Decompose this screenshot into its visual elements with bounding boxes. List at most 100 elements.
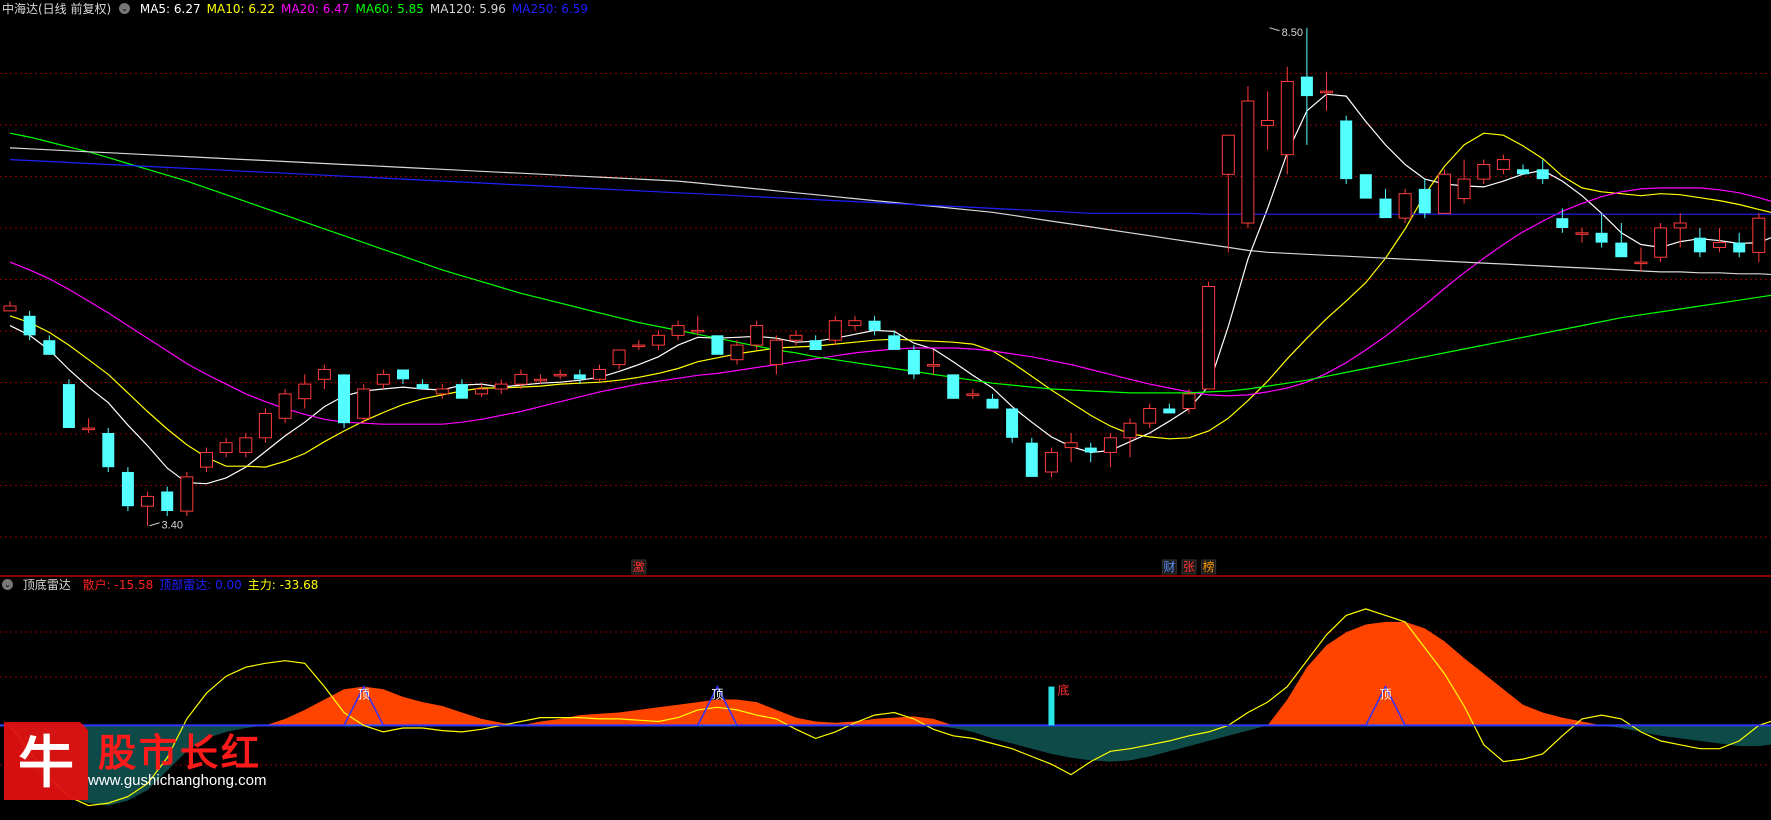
candle-body[interactable] <box>1340 120 1353 180</box>
candle-body[interactable] <box>1634 261 1648 265</box>
candle-body[interactable] <box>1359 174 1372 199</box>
candle-body[interactable] <box>1163 408 1176 414</box>
candle-body[interactable] <box>1084 447 1097 453</box>
candle-body[interactable] <box>1202 286 1216 390</box>
candle-body[interactable] <box>1241 100 1255 224</box>
candle-body[interactable] <box>1006 408 1019 438</box>
candle-body[interactable] <box>1103 437 1117 453</box>
candle-body[interactable] <box>180 476 194 512</box>
candle-body[interactable] <box>1143 408 1157 424</box>
candle-body[interactable] <box>612 349 626 366</box>
candle-body[interactable] <box>534 378 547 382</box>
event-tag: 激 <box>633 560 645 574</box>
candle-body[interactable] <box>357 388 371 419</box>
candle-body[interactable] <box>1123 422 1137 439</box>
candle-body[interactable] <box>750 325 764 346</box>
candle-body[interactable] <box>102 433 115 468</box>
candle-body[interactable] <box>828 320 842 341</box>
candle-body[interactable] <box>62 384 75 428</box>
ma-legend-item: MA120: 5.96 <box>429 2 506 16</box>
candle-body[interactable] <box>1320 90 1333 94</box>
candlesticks[interactable] <box>3 27 1771 526</box>
candle-body[interactable] <box>338 374 350 424</box>
candle-body[interactable] <box>1536 169 1549 180</box>
candle-body[interactable] <box>868 320 881 331</box>
candle-body[interactable] <box>553 373 567 377</box>
candle-body[interactable] <box>278 393 292 419</box>
candle-body[interactable] <box>1556 218 1569 228</box>
candle-body[interactable] <box>397 369 409 380</box>
chart-canvas[interactable]: 8.50 3.40 激 财张榜 顶 顶 底 顶 <box>0 0 1771 816</box>
candle-body[interactable] <box>1300 76 1313 97</box>
candle-body[interactable] <box>43 340 56 355</box>
candle-body[interactable] <box>1595 232 1608 243</box>
candle-body[interactable] <box>927 364 940 367</box>
candle-body[interactable] <box>1673 222 1687 229</box>
candle-body[interactable] <box>161 491 174 512</box>
candle-body[interactable] <box>1418 188 1431 214</box>
candle-body[interactable] <box>1693 237 1706 253</box>
candle-body[interactable] <box>947 374 960 399</box>
candle-body[interactable] <box>730 344 744 361</box>
candle-body[interactable] <box>121 472 134 507</box>
candle-body[interactable] <box>317 369 331 380</box>
top-signal-label: 顶 <box>358 688 370 702</box>
candle-body[interactable] <box>888 335 901 350</box>
candle-body[interactable] <box>671 325 685 336</box>
candle-body[interactable] <box>1575 232 1589 235</box>
candle-body[interactable] <box>711 335 724 355</box>
candle-body[interactable] <box>1752 217 1766 253</box>
candle-body[interactable] <box>23 315 36 336</box>
candle-body[interactable] <box>1398 193 1412 219</box>
candle-body[interactable] <box>1261 120 1275 126</box>
candle-body[interactable] <box>1437 173 1451 214</box>
candle-body[interactable] <box>1064 442 1078 449</box>
candle-body[interactable] <box>200 452 213 468</box>
candle-body[interactable] <box>219 442 233 454</box>
candle-body[interactable] <box>3 305 17 312</box>
candle-body[interactable] <box>1379 198 1392 219</box>
candle-body[interactable] <box>1733 242 1746 253</box>
candle-body[interactable] <box>593 369 606 380</box>
candle-body[interactable] <box>651 334 665 346</box>
candle-body[interactable] <box>298 383 312 400</box>
event-tags: 激 财张榜 <box>631 559 1217 575</box>
candle-body[interactable] <box>848 320 862 327</box>
candle-body[interactable] <box>1025 442 1038 477</box>
candle-body[interactable] <box>809 340 822 350</box>
candle-body[interactable] <box>1615 242 1628 258</box>
candle-body[interactable] <box>966 393 980 396</box>
candle-body[interactable] <box>82 427 96 431</box>
candle-body[interactable] <box>258 412 272 439</box>
candle-body[interactable] <box>141 495 154 507</box>
candle-body[interactable] <box>376 373 390 385</box>
candle-body[interactable] <box>1477 164 1491 180</box>
candle-body[interactable] <box>455 384 468 399</box>
collapse-indicator-icon[interactable]: ⌄ <box>2 579 13 590</box>
candle-body[interactable] <box>1654 227 1668 258</box>
candle-body[interactable] <box>986 398 999 409</box>
ma-legend-item: MA250: 6.59 <box>511 2 588 16</box>
candle-body[interactable] <box>691 329 705 333</box>
candle-body[interactable] <box>1280 81 1294 156</box>
candle-body[interactable] <box>573 374 586 380</box>
candle-body[interactable] <box>435 388 449 395</box>
candle-body[interactable] <box>475 388 489 395</box>
candle-body[interactable] <box>1182 393 1196 409</box>
candle-body[interactable] <box>769 339 783 366</box>
candle-body[interactable] <box>789 334 803 341</box>
candle-body[interactable] <box>514 373 528 385</box>
candle-body[interactable] <box>416 384 429 389</box>
candle-body[interactable] <box>1517 169 1529 175</box>
candle-body[interactable] <box>239 437 253 453</box>
candle-body[interactable] <box>1457 178 1471 200</box>
candle-body[interactable] <box>1044 452 1058 473</box>
collapse-main-icon[interactable]: ⌄ <box>119 3 131 14</box>
candle-body[interactable] <box>907 350 920 375</box>
candle-body[interactable] <box>632 344 646 348</box>
candle-body[interactable] <box>494 383 508 390</box>
candle-body[interactable] <box>1496 159 1510 170</box>
candle-body[interactable] <box>1713 242 1726 249</box>
ma-line <box>9 132 1771 468</box>
candle-body[interactable] <box>1221 134 1235 175</box>
